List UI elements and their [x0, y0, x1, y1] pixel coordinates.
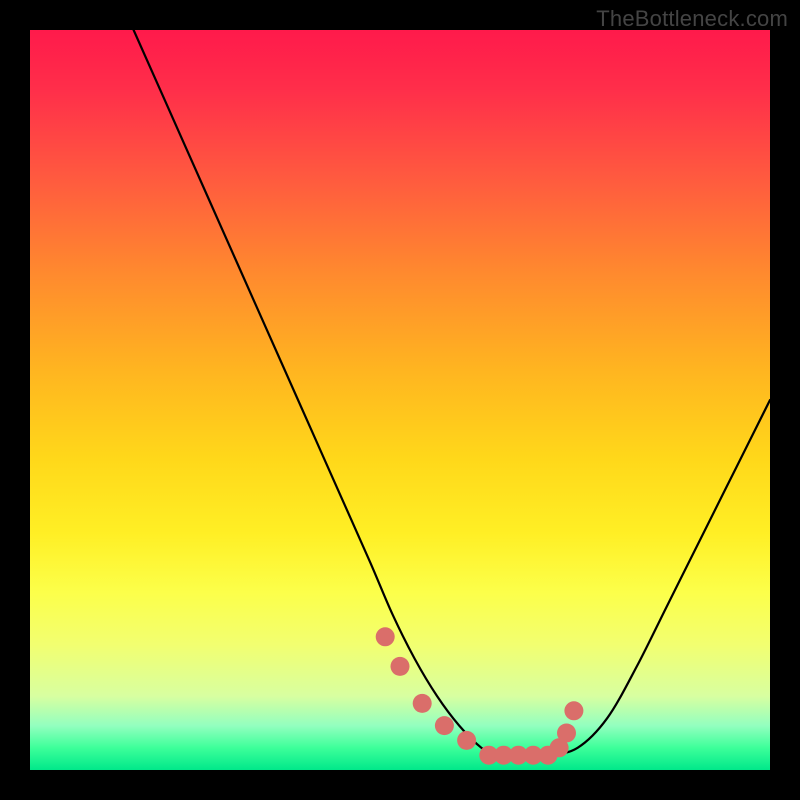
- plot-area: [30, 30, 770, 770]
- highlight-dot: [564, 701, 583, 720]
- highlight-dot: [557, 724, 576, 743]
- highlight-dot: [413, 694, 432, 713]
- chart-frame: TheBottleneck.com: [0, 0, 800, 800]
- highlight-dot: [376, 627, 395, 646]
- highlight-dots: [376, 627, 584, 764]
- highlight-dot: [391, 657, 410, 676]
- watermark-text: TheBottleneck.com: [596, 6, 788, 32]
- highlight-dot: [435, 716, 454, 735]
- highlight-dots-layer: [30, 30, 770, 770]
- highlight-dot: [457, 731, 476, 750]
